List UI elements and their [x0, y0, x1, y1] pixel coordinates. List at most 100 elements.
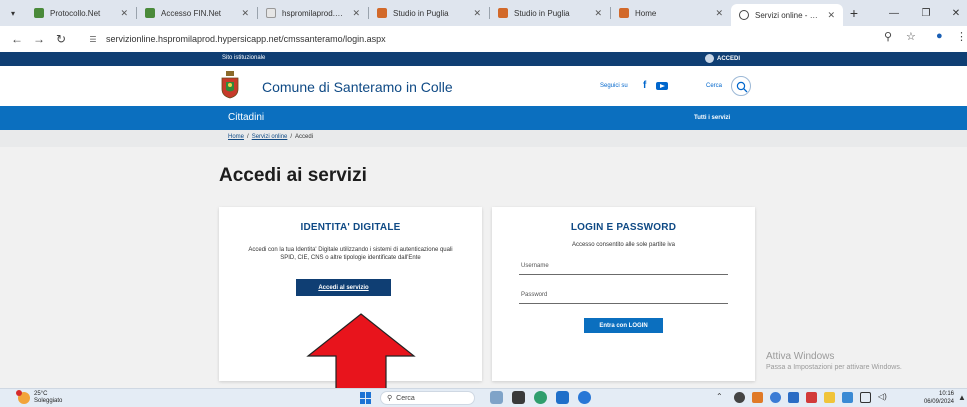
page-favicon-icon: [266, 8, 276, 18]
protocollo-favicon-icon: [34, 8, 44, 18]
weather-widget[interactable]: 25°C Soleggiato: [16, 390, 62, 405]
minimize-window-button[interactable]: —: [878, 0, 910, 26]
username-field[interactable]: Username: [519, 261, 728, 275]
browser-tab-strip: ▾ Protocollo.Net ✕ Accesso FIN.Net ✕ hsp…: [0, 0, 967, 26]
close-tab-icon[interactable]: ✕: [352, 8, 360, 19]
bookmark-star-icon[interactable]: ☆: [906, 30, 916, 43]
digital-identity-title: IDENTITA' DIGITALE: [300, 222, 401, 233]
all-services-link[interactable]: Tutti i servizi: [694, 115, 730, 121]
site-info-icon[interactable]: ☰: [86, 33, 100, 45]
close-tab-icon[interactable]: ✕: [715, 8, 723, 19]
tray-app-icon[interactable]: [752, 392, 763, 403]
profile-icon[interactable]: ●: [936, 30, 943, 42]
chrome-browser-icon[interactable]: [534, 391, 547, 404]
task-view-icon[interactable]: [512, 391, 525, 404]
notification-bell-icon[interactable]: ▲: [958, 393, 966, 402]
header-login-button[interactable]: ACCEDI: [705, 54, 740, 63]
windows-start-icon[interactable]: [360, 392, 372, 404]
tray-app-icon[interactable]: [788, 392, 799, 403]
institutional-site-link[interactable]: Sito istituzionale: [222, 55, 265, 61]
windows-taskbar: 25°C Soleggiato ⚲ Cerca ⌃ ◁) 10:16 06/09…: [0, 388, 967, 407]
browser-tab-studio-puglia-2[interactable]: Studio in Puglia ✕: [490, 0, 610, 26]
tray-expand-chevron-icon[interactable]: ⌃: [716, 392, 727, 403]
login-password-description: Accesso consentito alle sole partite iva: [571, 242, 676, 248]
search-button[interactable]: [731, 76, 751, 96]
breadcrumb-servizi-online-link[interactable]: Servizi online: [252, 134, 288, 140]
breadcrumb-current: Accedi: [295, 134, 314, 140]
watermark-title: Attiva Windows: [766, 351, 835, 362]
breadcrumb: Home / Servizi online / Accedi: [0, 130, 967, 147]
tab-label: Studio in Puglia: [393, 8, 449, 18]
youtube-icon[interactable]: [656, 82, 668, 90]
browser-tab-studio-puglia-1[interactable]: Studio in Puglia ✕: [369, 0, 489, 26]
menu-kebab-icon[interactable]: ⋮: [956, 30, 967, 43]
password-label: Password: [521, 292, 548, 298]
widgets-landscape-icon[interactable]: [490, 391, 503, 404]
home-favicon-icon: [619, 8, 629, 18]
access-service-button[interactable]: Accedi al servizio: [296, 279, 391, 296]
forward-arrow-icon[interactable]: →: [28, 32, 50, 46]
browser-tab-hspromila[interactable]: hspromilaprod.hyperi ✕: [258, 0, 368, 26]
brand-header: [0, 66, 967, 106]
restore-window-button[interactable]: ❐: [910, 0, 942, 26]
browser-tab-home[interactable]: Home ✕: [611, 0, 731, 26]
search-icon: [736, 81, 748, 93]
institutional-topbar: Sito istituzionale ACCEDI: [0, 52, 967, 66]
sun-weather-icon: [16, 390, 30, 404]
browser-tab-accesso-fin[interactable]: Accesso FIN.Net ✕: [137, 0, 257, 26]
back-arrow-icon[interactable]: ←: [6, 32, 28, 46]
page-title: Accedi ai servizi: [219, 165, 367, 186]
tray-app-icon[interactable]: [824, 392, 835, 403]
facebook-icon[interactable]: f: [643, 80, 646, 91]
breadcrumb-home-link[interactable]: Home: [228, 134, 244, 140]
close-window-button[interactable]: ✕: [940, 0, 967, 26]
address-bar[interactable]: ☰ servizionline.hspromilaprod.hypersicap…: [86, 30, 866, 48]
password-field[interactable]: Password: [519, 290, 728, 304]
login-submit-button[interactable]: Entra con LOGIN: [584, 318, 663, 333]
volume-icon[interactable]: ◁): [878, 392, 889, 403]
network-icon[interactable]: [860, 392, 871, 403]
tab-label: hspromilaprod.hyperi: [282, 8, 346, 18]
url-text[interactable]: servizionline.hspromilaprod.hypersicapp.…: [106, 34, 386, 44]
studio-puglia-favicon-icon: [377, 8, 387, 18]
user-icon: [705, 54, 714, 63]
section-navbar: Cittadini Tutti i servizi: [0, 106, 967, 130]
studio-puglia-favicon-icon: [498, 8, 508, 18]
taskbar-search-box[interactable]: ⚲ Cerca: [380, 391, 475, 405]
search-label: Cerca: [706, 83, 723, 89]
tray-app-icon[interactable]: [806, 392, 817, 403]
browser-tab-protocollo[interactable]: Protocollo.Net ✕: [26, 0, 136, 26]
tray-app-icon[interactable]: [770, 392, 781, 403]
close-tab-icon[interactable]: ✕: [120, 8, 128, 19]
globe-favicon-icon: [739, 10, 749, 20]
search-icon: ⚲: [387, 395, 393, 402]
red-arrow-annotation-icon: [306, 313, 416, 392]
tray-app-icon[interactable]: [842, 392, 853, 403]
tab-label: Servizi online - Comu: [755, 10, 821, 20]
edge-browser-icon[interactable]: [578, 391, 591, 404]
breadcrumb-separator: /: [247, 134, 249, 140]
tab-label: Home: [635, 8, 657, 18]
tab-list-chevron-icon[interactable]: ▾: [0, 0, 26, 26]
municipality-name[interactable]: Comune di Santeramo in Colle: [262, 79, 453, 95]
watermark-subtitle: Passa a Impostazioni per attivare Window…: [766, 364, 902, 371]
close-tab-icon[interactable]: ✕: [827, 10, 835, 21]
outlook-mail-icon[interactable]: [556, 391, 569, 404]
reload-icon[interactable]: ↻: [50, 32, 72, 46]
login-password-title: LOGIN E PASSWORD: [570, 222, 677, 233]
tab-label: Studio in Puglia: [514, 8, 570, 18]
username-label: Username: [521, 263, 549, 269]
new-tab-button[interactable]: +: [843, 5, 865, 21]
close-tab-icon[interactable]: ✕: [241, 8, 249, 19]
clock-time: 10:16: [938, 391, 954, 397]
tab-label: Protocollo.Net: [50, 8, 101, 18]
taskbar-clock[interactable]: 10:16 06/09/2024: [904, 390, 954, 406]
zoom-icon[interactable]: ⚲: [884, 30, 892, 43]
nav-section-title[interactable]: Cittadini: [228, 112, 264, 123]
browser-toolbar: ← → ↻ ☰ servizionline.hspromilaprod.hype…: [0, 26, 967, 52]
tray-app-icon[interactable]: [734, 392, 745, 403]
close-tab-icon[interactable]: ✕: [594, 8, 602, 19]
weather-temperature: 25°C: [34, 391, 48, 397]
close-tab-icon[interactable]: ✕: [473, 8, 481, 19]
browser-tab-servizi-online[interactable]: Servizi online - Comu ✕: [731, 4, 843, 26]
